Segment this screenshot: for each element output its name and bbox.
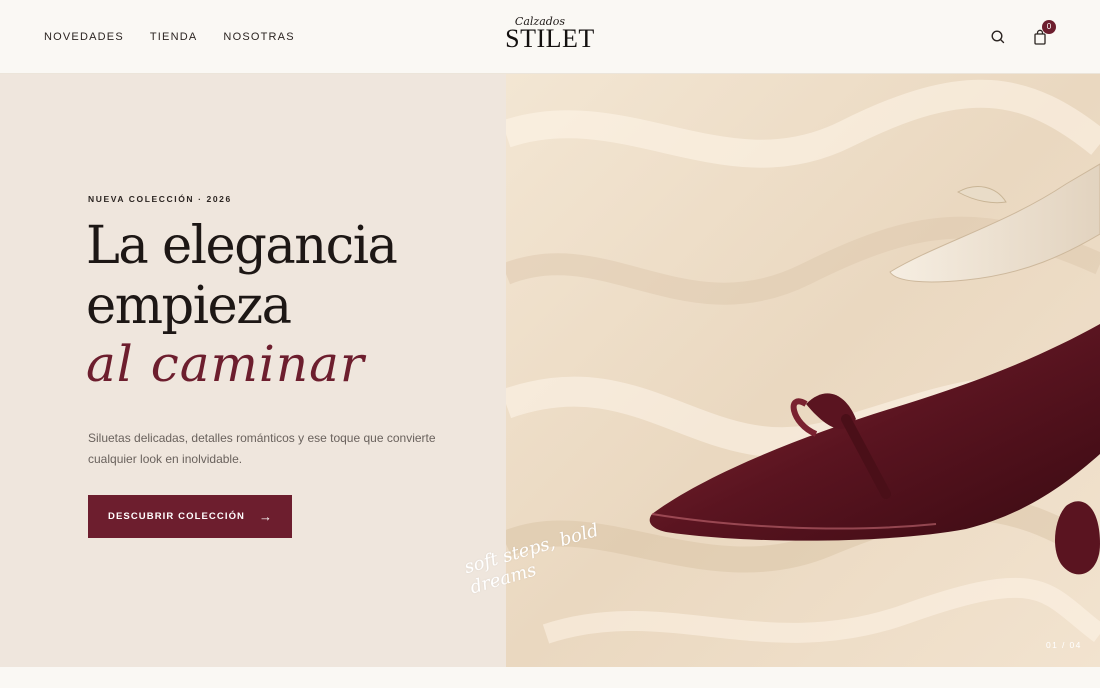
site-header: NOVEDADES TIENDA NOSOTRAS Calzados STILE…: [0, 0, 1100, 74]
hero-shoe-illustration: [506, 74, 1100, 667]
slide-counter: 01 / 04: [1046, 640, 1082, 650]
arrow-right-icon: →: [259, 509, 272, 524]
main-nav: NOVEDADES TIENDA NOSOTRAS: [44, 31, 295, 43]
cta-label: DESCUBRIR COLECCIÓN: [108, 511, 246, 522]
hero-description: Siluetas delicadas, detalles románticos …: [88, 431, 436, 466]
nav-item-nosotras[interactable]: NOSOTRAS: [223, 31, 294, 43]
hero-headline: La elegancia empieza: [86, 216, 398, 336]
hero-eyebrow: NUEVA COLECCIÓN · 2026: [88, 194, 232, 204]
hero-headline-line1: La elegancia: [86, 216, 398, 276]
search-button[interactable]: [989, 28, 1007, 46]
discover-collection-button[interactable]: DESCUBRIR COLECCIÓN →: [88, 495, 292, 538]
search-icon: [991, 30, 1005, 44]
hero-headline-script: al caminar: [86, 335, 365, 393]
brand-logo[interactable]: Calzados STILET: [500, 16, 600, 53]
logo-main-text: STILET: [505, 24, 595, 53]
footer-strip: [0, 667, 1100, 688]
hero-image: [506, 74, 1100, 667]
nav-item-tienda[interactable]: TIENDA: [150, 31, 198, 43]
hero-headline-line2: empieza: [86, 276, 292, 336]
nav-item-novedades[interactable]: NOVEDADES: [44, 31, 124, 43]
hero-text-panel: NUEVA COLECCIÓN · 2026 La elegancia empi…: [0, 74, 506, 667]
cart-count-badge: 0: [1042, 20, 1056, 34]
